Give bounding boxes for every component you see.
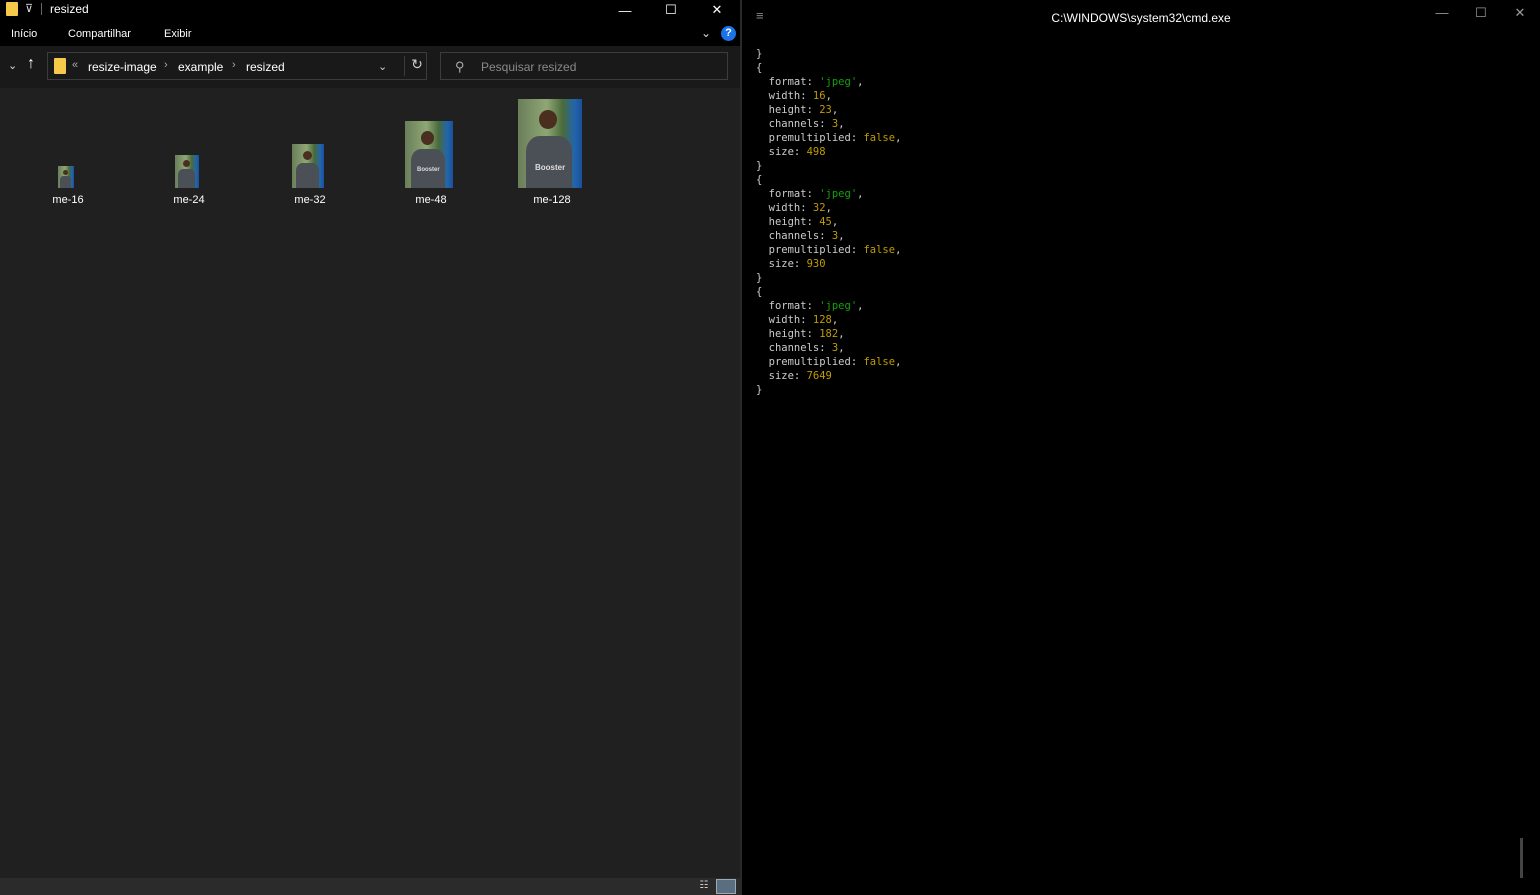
refresh-icon[interactable]: ↻: [404, 56, 429, 76]
quick-access-dropdown-icon[interactable]: ⊽: [25, 2, 33, 15]
ribbon-tabs: Início Compartilhar Exibir ⌄ ?: [0, 20, 740, 46]
file-item[interactable]: me-24: [149, 88, 229, 218]
file-item[interactable]: Booster me-48: [391, 88, 471, 218]
file-item[interactable]: me-32: [270, 88, 350, 218]
breadcrumb-separator-icon: ›: [164, 59, 168, 71]
file-name: me-16: [52, 194, 84, 206]
tab-inicio[interactable]: Início: [11, 28, 37, 40]
address-dropdown-icon[interactable]: ⌄: [378, 60, 387, 73]
file-list: me-16 me-24 me-32 Booster me-48 Booster …: [0, 88, 740, 878]
file-name: me-48: [415, 194, 447, 206]
image-thumbnail: Booster: [405, 121, 453, 188]
file-name: me-32: [294, 194, 326, 206]
search-input[interactable]: ⚲ Pesquisar resized: [440, 52, 728, 80]
breadcrumb-separator-icon: ›: [232, 59, 236, 71]
search-placeholder: Pesquisar resized: [481, 60, 577, 74]
address-bar[interactable]: « resize-image › example › resized ⌄ ↻: [47, 52, 427, 80]
image-thumbnail: [292, 144, 324, 188]
breadcrumb-example[interactable]: example: [178, 60, 223, 74]
console-object: { format: 'jpeg', width: 128, height: 18…: [756, 286, 902, 396]
console-output: } { format: 'jpeg', width: 16, height: 2…: [756, 48, 902, 396]
console-object: { format: 'jpeg', width: 16, height: 23,…: [756, 62, 902, 172]
cmd-window: ≡ C:\WINDOWS\system32\cmd.exe — ☐ ✕ } { …: [742, 0, 1540, 895]
tab-compartilhar[interactable]: Compartilhar: [68, 28, 131, 40]
folder-icon: [6, 2, 18, 16]
console-object: { format: 'jpeg', width: 32, height: 45,…: [756, 174, 902, 284]
image-thumbnail: [175, 155, 199, 188]
window-title: resized: [50, 2, 89, 16]
up-arrow-icon[interactable]: ↑: [27, 55, 35, 73]
close-button[interactable]: ✕: [694, 0, 740, 20]
titlebar-separator: [41, 3, 42, 15]
large-icons-view-icon[interactable]: [716, 879, 736, 894]
maximize-button[interactable]: ☐: [648, 0, 694, 20]
cmd-maximize-button[interactable]: ☐: [1461, 5, 1501, 21]
file-name: me-24: [173, 194, 205, 206]
chevron-down-icon[interactable]: ⌄: [701, 26, 711, 40]
file-item[interactable]: me-16: [28, 88, 108, 218]
details-view-icon[interactable]: ☷: [696, 880, 712, 893]
cmd-window-title: C:\WINDOWS\system32\cmd.exe: [1051, 11, 1231, 25]
search-icon: ⚲: [455, 59, 465, 74]
explorer-titlebar: ⊽ resized — ☐ ✕: [0, 0, 740, 20]
cmd-minimize-button[interactable]: —: [1422, 5, 1462, 20]
cmd-close-button[interactable]: ✕: [1500, 5, 1540, 21]
file-item[interactable]: Booster me-128: [512, 88, 592, 218]
cmd-scrollbar[interactable]: [1520, 838, 1523, 878]
file-name: me-128: [533, 194, 571, 206]
address-row: ⌄ ↑ « resize-image › example › resized ⌄…: [0, 46, 740, 88]
tab-exibir[interactable]: Exibir: [164, 28, 192, 40]
help-icon[interactable]: ?: [721, 26, 736, 41]
minimize-button[interactable]: —: [602, 0, 648, 20]
recent-locations-chevron-icon[interactable]: ⌄: [8, 59, 17, 72]
breadcrumb-overflow-icon[interactable]: «: [72, 59, 78, 71]
image-thumbnail: [58, 166, 74, 188]
breadcrumb-resize-image[interactable]: resize-image: [88, 60, 157, 74]
image-thumbnail: Booster: [518, 99, 582, 188]
file-explorer-window: ⊽ resized — ☐ ✕ Início Compartilhar Exib…: [0, 0, 740, 895]
status-bar: ☷: [0, 878, 740, 895]
breadcrumb-resized[interactable]: resized: [246, 60, 285, 74]
folder-icon: [54, 58, 66, 74]
